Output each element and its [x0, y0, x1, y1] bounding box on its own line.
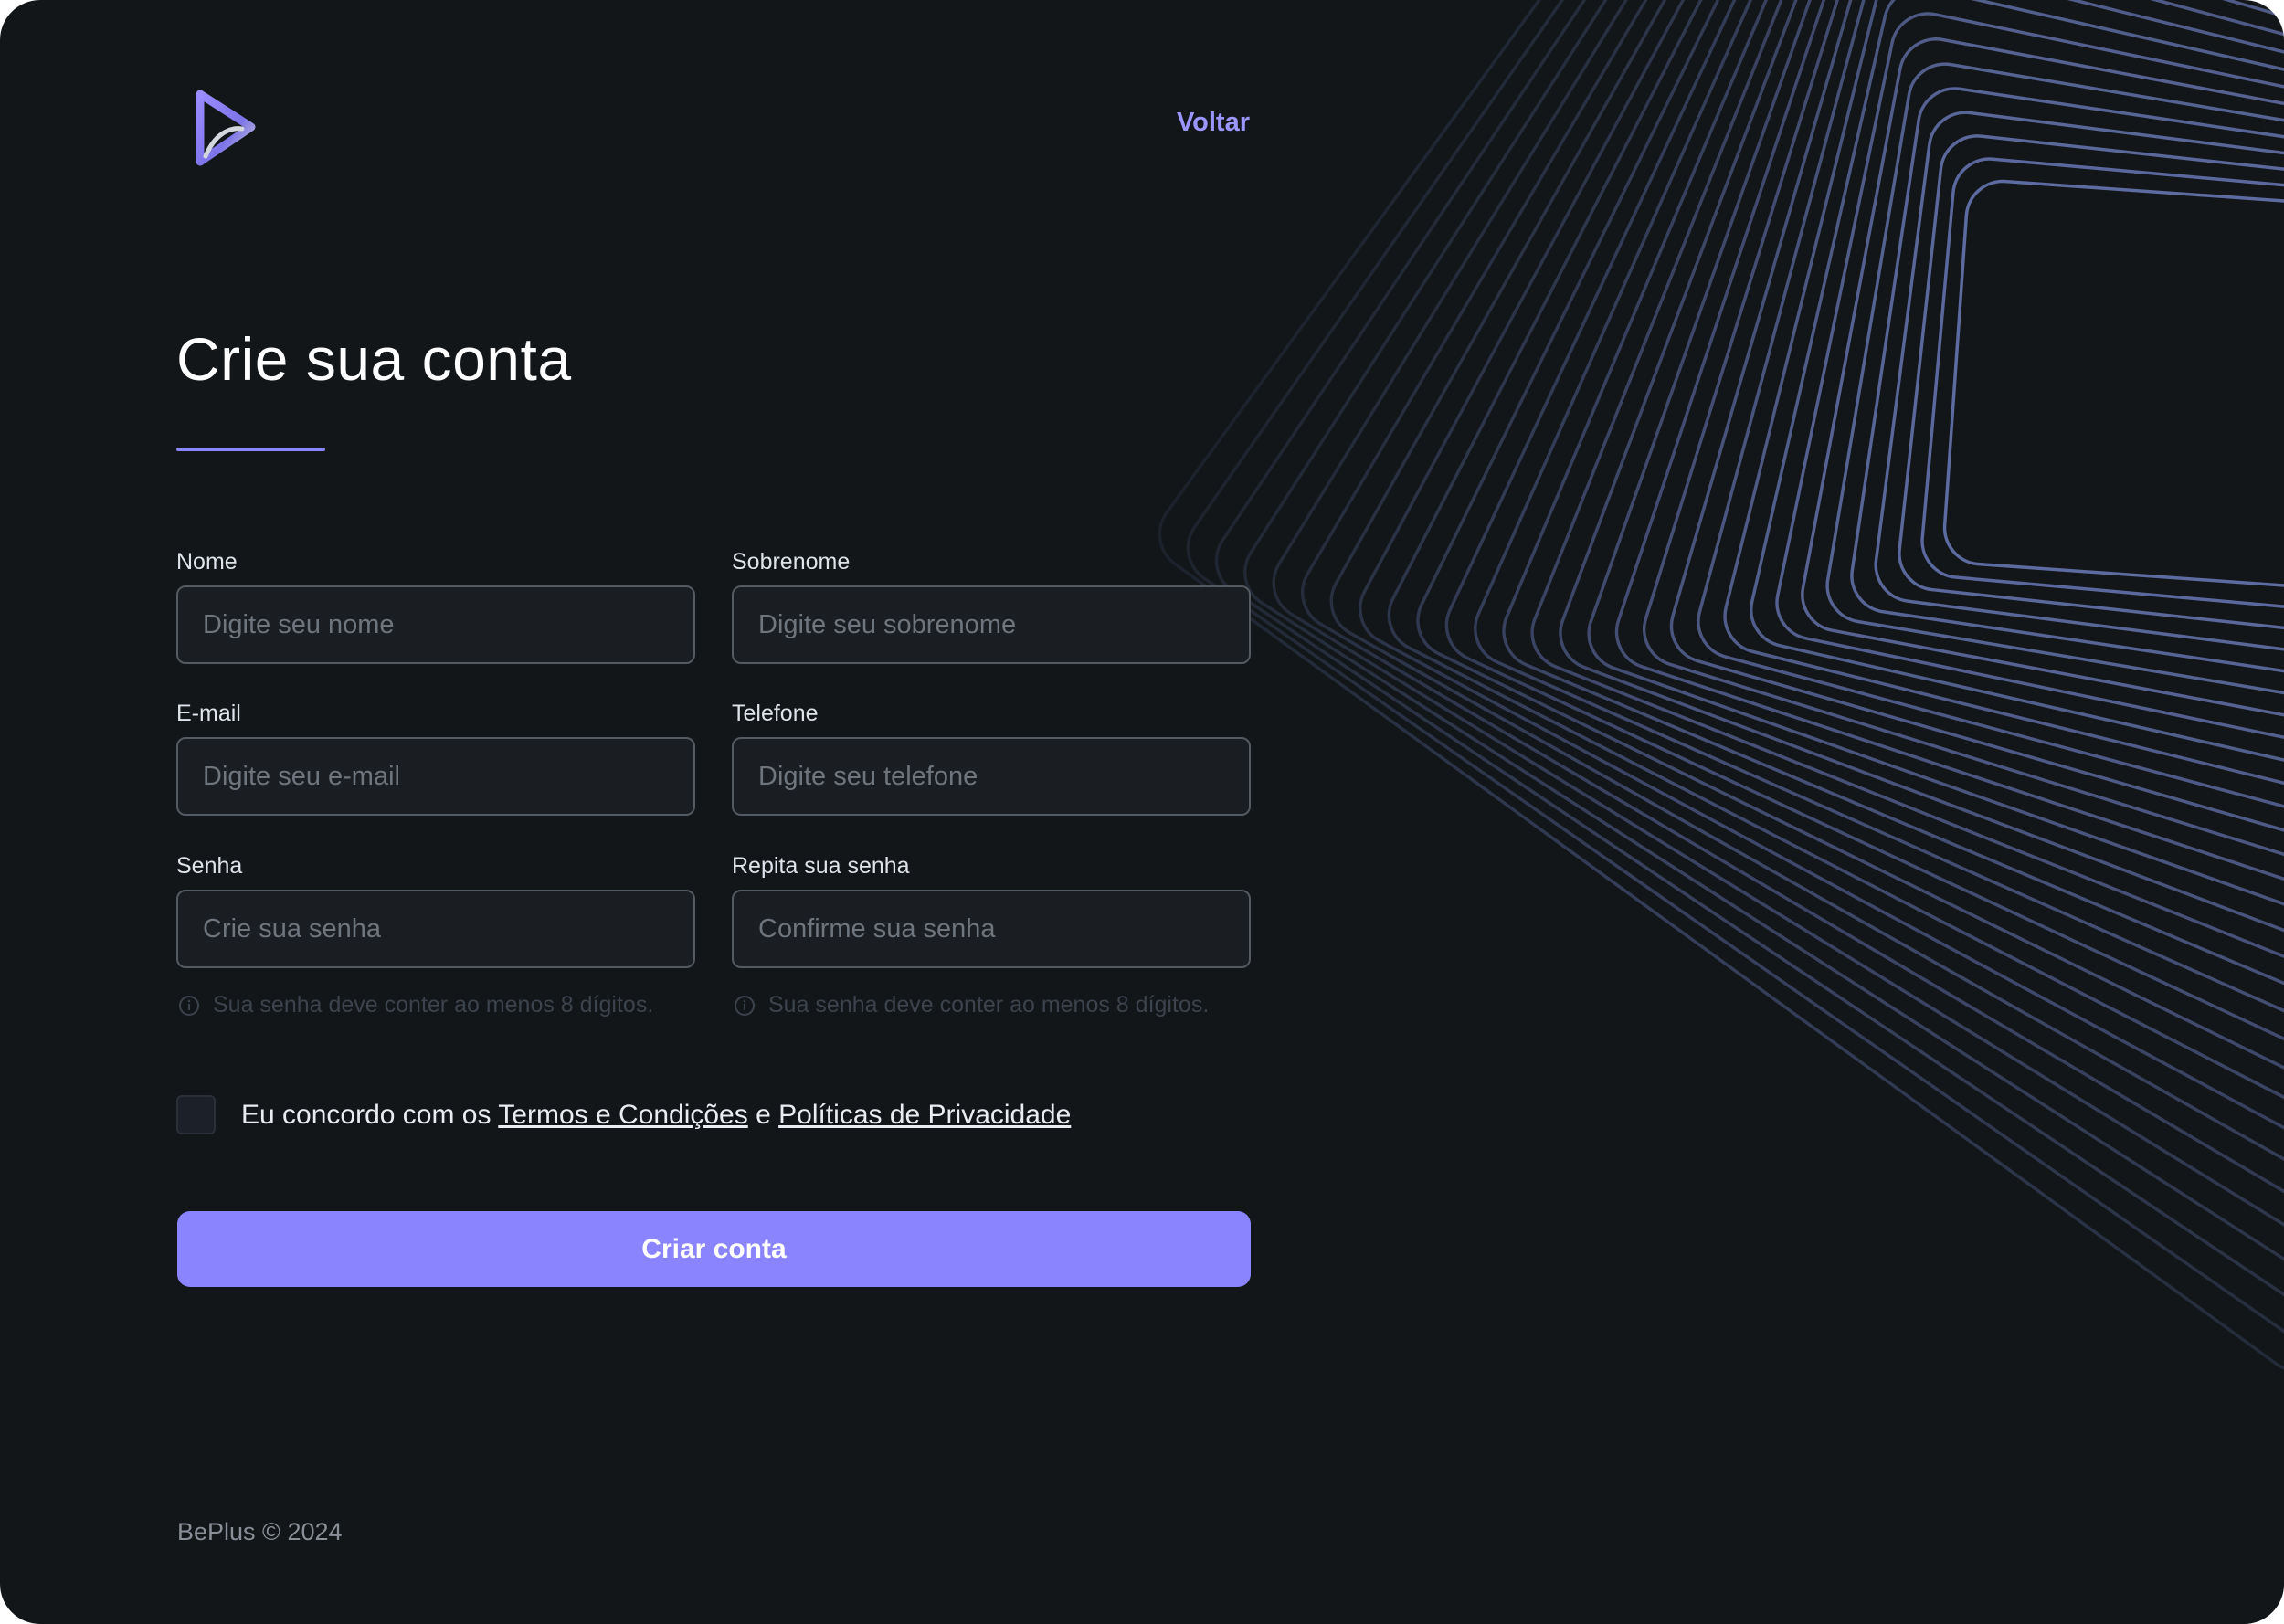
info-icon — [179, 995, 199, 1016]
create-account-button[interactable]: Criar conta — [177, 1211, 1251, 1287]
terms-link[interactable]: Termos e Condições — [498, 1100, 747, 1130]
confirm-password-hint-text: Sua senha deve conter ao menos 8 dígitos… — [768, 992, 1210, 1018]
first-name-field: Nome — [176, 547, 695, 664]
password-label: Senha — [176, 853, 243, 879]
first-name-label: Nome — [176, 549, 238, 575]
terms-agreement-text: Eu concordo com os Termos e Condições e … — [241, 1100, 1071, 1131]
confirm-password-field: Repita sua senha — [732, 851, 1251, 968]
phone-label: Telefone — [732, 701, 819, 726]
confirm-password-hint: Sua senha deve conter ao menos 8 dígitos… — [734, 992, 1209, 1018]
first-name-input[interactable] — [176, 585, 695, 664]
email-input[interactable] — [176, 737, 695, 816]
brand-logo[interactable] — [187, 87, 260, 169]
decorative-background-lines — [1142, 0, 2284, 1624]
password-hint: Sua senha deve conter ao menos 8 dígitos… — [178, 992, 653, 1018]
back-link[interactable]: Voltar — [1096, 108, 1250, 138]
agree-conjunction: e — [756, 1099, 771, 1130]
footer-copyright: BePlus © 2024 — [177, 1518, 343, 1545]
info-icon — [735, 995, 755, 1016]
confirm-password-label: Repita sua senha — [732, 853, 910, 879]
terms-agreement: Eu concordo com os Termos e Condições e … — [176, 1095, 1071, 1134]
privacy-link[interactable]: Políticas de Privacidade — [778, 1100, 1071, 1130]
password-hint-text: Sua senha deve conter ao menos 8 dígitos… — [213, 992, 654, 1018]
title-underline — [176, 448, 325, 451]
password-input[interactable] — [176, 890, 695, 968]
signup-page: Voltar Crie sua conta Nome Sobrenome E-m… — [0, 0, 2284, 1624]
email-field: E-mail — [176, 699, 695, 816]
terms-checkbox[interactable] — [176, 1095, 216, 1134]
last-name-field: Sobrenome — [732, 547, 1251, 664]
phone-input[interactable] — [732, 737, 1251, 816]
last-name-label: Sobrenome — [732, 549, 851, 575]
last-name-input[interactable] — [732, 585, 1251, 664]
page-title: Crie sua conta — [176, 325, 572, 393]
phone-field: Telefone — [732, 699, 1251, 816]
confirm-password-input[interactable] — [732, 890, 1251, 968]
agree-prefix: Eu concordo com os — [241, 1099, 492, 1130]
play-triangle-logo-icon — [196, 90, 256, 166]
password-field: Senha — [176, 851, 695, 968]
email-label: E-mail — [176, 701, 241, 726]
